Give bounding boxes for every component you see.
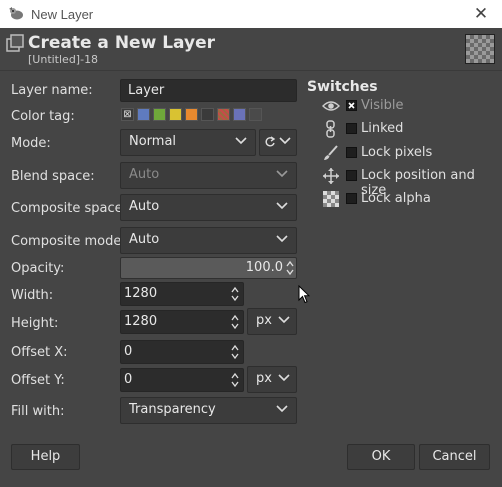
opacity-slider[interactable]: 100.0 (120, 257, 297, 279)
composite-space-value: Auto (129, 199, 160, 214)
lock-alpha-label: Lock alpha (361, 191, 431, 206)
height-label: Height: (11, 316, 59, 331)
spin-arrows-icon[interactable] (231, 314, 239, 330)
color-tag-blue[interactable] (137, 108, 150, 121)
blend-space-label: Blend space: (11, 169, 95, 184)
blend-space-select[interactable]: Auto (120, 162, 297, 189)
chevron-down-icon (276, 235, 288, 243)
composite-space-label: Composite space: (11, 201, 128, 216)
spin-arrows-icon[interactable] (286, 260, 294, 276)
lock-pixels-checkbox[interactable] (346, 147, 357, 158)
close-icon[interactable]: ✕ (470, 3, 492, 25)
cancel-button[interactable]: Cancel (419, 444, 490, 470)
opacity-label: Opacity: (11, 261, 65, 276)
opacity-value: 100.0 (245, 260, 283, 275)
layer-name-input[interactable]: Layer (120, 79, 297, 102)
gimp-app-icon (9, 7, 23, 20)
color-tag-green[interactable] (153, 108, 166, 121)
spin-arrows-icon[interactable] (231, 344, 239, 360)
color-tag-gray[interactable] (249, 108, 262, 121)
spin-arrows-icon[interactable] (231, 372, 239, 388)
color-tag-label: Color tag: (11, 109, 75, 124)
brush-icon (324, 145, 338, 160)
chevron-down-icon (279, 137, 291, 145)
chevron-down-icon (276, 202, 288, 210)
layer-name-label: Layer name: (11, 83, 93, 98)
chevron-down-icon (278, 316, 290, 324)
height-value: 1280 (124, 314, 158, 329)
offset-y-value: 0 (124, 372, 133, 387)
color-tag-group: ⊠ (121, 106, 262, 126)
color-tag-red[interactable] (217, 108, 230, 121)
ok-button[interactable]: OK (347, 444, 415, 470)
offset-x-label: Offset X: (11, 345, 68, 360)
mode-value: Normal (129, 134, 177, 149)
width-input[interactable]: 1280 (120, 282, 244, 306)
mouse-cursor-icon (298, 285, 310, 304)
new-layer-icon (6, 34, 24, 52)
composite-mode-value: Auto (129, 232, 160, 247)
chevron-down-icon (276, 405, 288, 413)
mode-label: Mode: (11, 136, 51, 151)
color-tag-none[interactable]: ⊠ (121, 108, 134, 121)
chevron-down-icon (235, 137, 247, 145)
mode-group-select[interactable] (259, 129, 297, 156)
composite-mode-label: Composite mode: (11, 234, 126, 249)
visible-checkbox[interactable] (346, 100, 357, 111)
lock-alpha-checkbox[interactable] (346, 193, 357, 204)
switches-heading: Switches (307, 79, 378, 95)
composite-mode-select[interactable]: Auto (120, 227, 297, 254)
chevron-down-icon (276, 170, 288, 178)
switch-mode-icon (265, 136, 276, 147)
image-name: [Untitled]-18 (28, 53, 99, 66)
height-input[interactable]: 1280 (120, 310, 244, 334)
help-button[interactable]: Help (11, 444, 80, 470)
dialog-heading: Create a New Layer (28, 33, 215, 53)
lock-position-checkbox[interactable] (346, 170, 357, 181)
eye-icon (322, 101, 340, 111)
chain-icon (326, 120, 335, 138)
lock-pixels-label: Lock pixels (361, 145, 433, 160)
fill-with-value: Transparency (129, 402, 216, 417)
offset-x-input[interactable]: 0 (120, 340, 244, 364)
size-unit-value: px (256, 313, 272, 328)
layer-preview-thumbnail (465, 34, 495, 64)
chevron-down-icon (278, 374, 290, 382)
linked-label: Linked (361, 121, 404, 136)
mode-select[interactable]: Normal (120, 129, 256, 156)
color-tag-brown[interactable] (201, 108, 214, 121)
linked-checkbox[interactable] (346, 123, 357, 134)
fill-with-label: Fill with: (11, 404, 65, 419)
width-label: Width: (11, 288, 54, 303)
color-tag-yellow[interactable] (169, 108, 182, 121)
composite-space-select[interactable]: Auto (120, 194, 297, 221)
offset-unit-select[interactable]: px (247, 366, 297, 393)
color-tag-orange[interactable] (185, 108, 198, 121)
size-unit-select[interactable]: px (247, 308, 297, 335)
spin-arrows-icon[interactable] (231, 286, 239, 302)
offset-y-label: Offset Y: (11, 373, 65, 388)
blend-space-value: Auto (129, 167, 160, 182)
color-tag-violet[interactable] (233, 108, 246, 121)
header-divider (0, 70, 502, 71)
visible-label: Visible (361, 98, 404, 113)
move-icon (323, 168, 339, 184)
width-value: 1280 (124, 286, 158, 301)
checkerboard-icon (323, 191, 339, 207)
title-bar: New Layer ✕ (0, 0, 502, 28)
offset-x-value: 0 (124, 344, 133, 359)
window-title: New Layer (31, 7, 94, 22)
check-icon (348, 102, 355, 109)
offset-unit-value: px (256, 371, 272, 386)
fill-with-select[interactable]: Transparency (120, 397, 297, 424)
offset-y-input[interactable]: 0 (120, 368, 244, 392)
